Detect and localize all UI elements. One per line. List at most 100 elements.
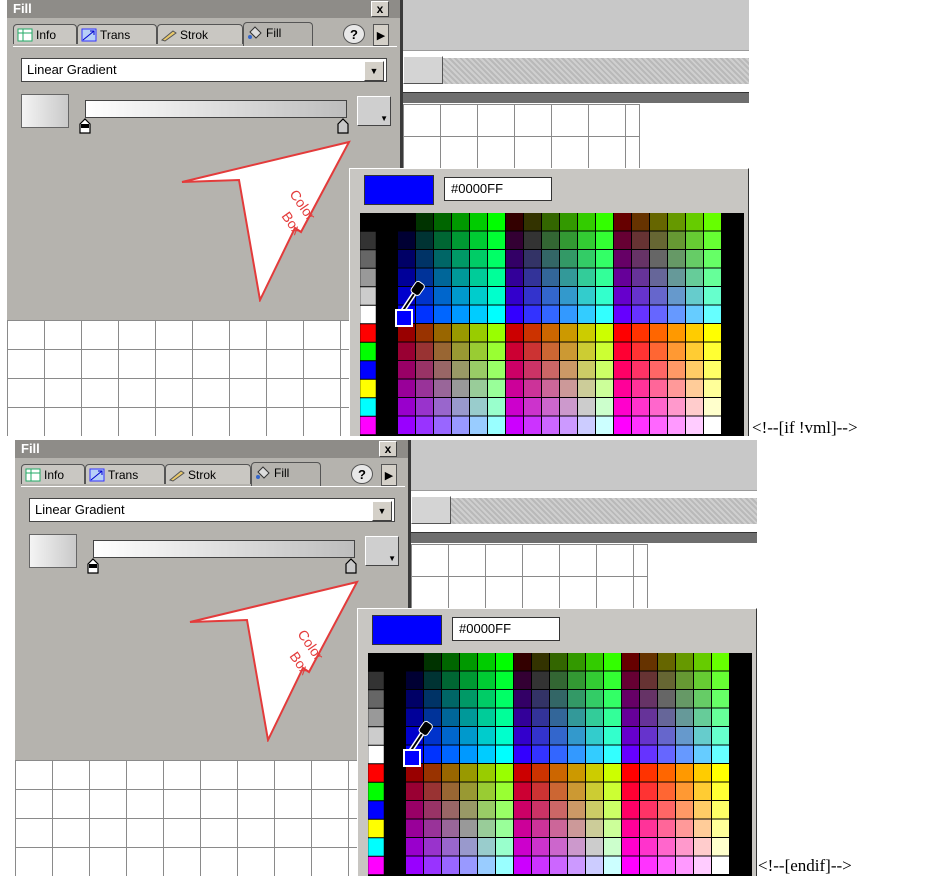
palette-swatch[interactable] [668,305,685,324]
palette-swatch[interactable] [614,379,631,398]
palette-swatch[interactable] [658,801,675,819]
palette-swatch[interactable] [640,801,657,819]
palette-base-swatch[interactable] [360,286,377,306]
palette-swatch[interactable] [704,398,721,416]
palette-swatch[interactable] [614,305,631,324]
palette-swatch[interactable] [650,231,667,250]
palette-swatch[interactable] [496,690,513,708]
palette-swatch[interactable] [532,690,549,708]
palette-swatch[interactable] [478,801,495,819]
palette-swatch[interactable] [658,745,675,764]
palette-swatch[interactable] [532,745,549,764]
palette-swatch[interactable] [424,801,441,819]
palette-swatch[interactable] [488,250,505,268]
palette-swatch[interactable] [478,819,495,838]
palette-swatch[interactable] [424,671,441,690]
palette-swatch[interactable] [434,268,451,287]
palette-swatch[interactable] [442,653,459,671]
palette-base-swatch[interactable] [368,782,385,801]
palette-swatch[interactable] [478,727,495,745]
palette-swatch[interactable] [560,324,577,342]
palette-swatch[interactable] [524,213,541,231]
color-box-button[interactable]: ▼ [365,536,399,566]
palette-swatch[interactable] [578,324,595,342]
palette-swatch[interactable] [550,782,567,801]
palette-swatch[interactable] [632,305,649,324]
palette-swatch[interactable] [586,671,603,690]
palette-swatch[interactable] [712,671,729,690]
palette-swatch[interactable] [568,856,585,875]
palette-swatch[interactable] [622,801,639,819]
palette-swatch[interactable] [578,213,595,231]
palette-swatch[interactable] [506,398,523,416]
palette-swatch[interactable] [470,361,487,379]
palette-swatch[interactable] [614,361,631,379]
palette-swatch[interactable] [470,324,487,342]
palette-swatch[interactable] [550,653,567,671]
palette-swatch[interactable] [532,782,549,801]
palette-swatch[interactable] [514,690,531,708]
palette-swatch[interactable] [488,324,505,342]
palette-swatch[interactable] [496,671,513,690]
palette-swatch[interactable] [686,305,703,324]
palette-swatch[interactable] [434,250,451,268]
palette-swatch[interactable] [712,782,729,801]
palette-swatch[interactable] [632,379,649,398]
palette-swatch[interactable] [668,213,685,231]
palette-swatch[interactable] [488,268,505,287]
palette-base-swatch[interactable] [368,653,385,672]
palette-swatch[interactable] [586,653,603,671]
palette-swatch[interactable] [478,838,495,856]
gradient-bar[interactable] [93,540,355,558]
palette-swatch[interactable] [568,690,585,708]
palette-swatch[interactable] [658,671,675,690]
close-button[interactable]: x [379,441,397,457]
palette-swatch[interactable] [488,379,505,398]
palette-swatch[interactable] [686,342,703,361]
palette-swatch[interactable] [488,398,505,416]
palette-swatch[interactable] [442,838,459,856]
palette-swatch[interactable] [406,819,423,838]
palette-swatch[interactable] [596,287,613,305]
palette-swatch[interactable] [550,819,567,838]
palette-swatch[interactable] [640,764,657,782]
palette-swatch[interactable] [560,213,577,231]
palette-swatch[interactable] [640,838,657,856]
palette-base-swatch[interactable] [368,726,385,746]
palette-swatch[interactable] [658,819,675,838]
palette-swatch[interactable] [604,653,621,671]
palette-swatch[interactable] [632,250,649,268]
palette-swatch[interactable] [650,416,667,435]
palette-swatch[interactable] [586,745,603,764]
palette-swatch[interactable] [524,398,541,416]
palette-swatch[interactable] [452,250,469,268]
palette-swatch[interactable] [686,379,703,398]
palette-swatch[interactable] [524,379,541,398]
palette-swatch[interactable] [506,305,523,324]
palette-swatch[interactable] [668,287,685,305]
palette-swatch[interactable] [568,708,585,727]
palette-swatch[interactable] [434,305,451,324]
palette-swatch[interactable] [524,342,541,361]
palette-swatch[interactable] [704,287,721,305]
palette-swatch[interactable] [470,416,487,435]
palette-swatch[interactable] [470,305,487,324]
palette-swatch[interactable] [650,250,667,268]
palette-swatch[interactable] [478,745,495,764]
palette-swatch[interactable] [514,782,531,801]
palette-swatch[interactable] [704,268,721,287]
palette-swatch[interactable] [542,305,559,324]
palette-swatch[interactable] [506,231,523,250]
palette-swatch[interactable] [460,819,477,838]
palette-swatch[interactable] [622,856,639,875]
palette-swatch[interactable] [542,324,559,342]
palette-swatch[interactable] [542,361,559,379]
palette-swatch[interactable] [622,838,639,856]
palette-swatch[interactable] [622,708,639,727]
palette-swatch[interactable] [452,231,469,250]
palette-swatch[interactable] [524,231,541,250]
palette-swatch[interactable] [460,690,477,708]
palette-swatch[interactable] [560,305,577,324]
palette-swatch[interactable] [712,727,729,745]
palette-swatch[interactable] [496,764,513,782]
